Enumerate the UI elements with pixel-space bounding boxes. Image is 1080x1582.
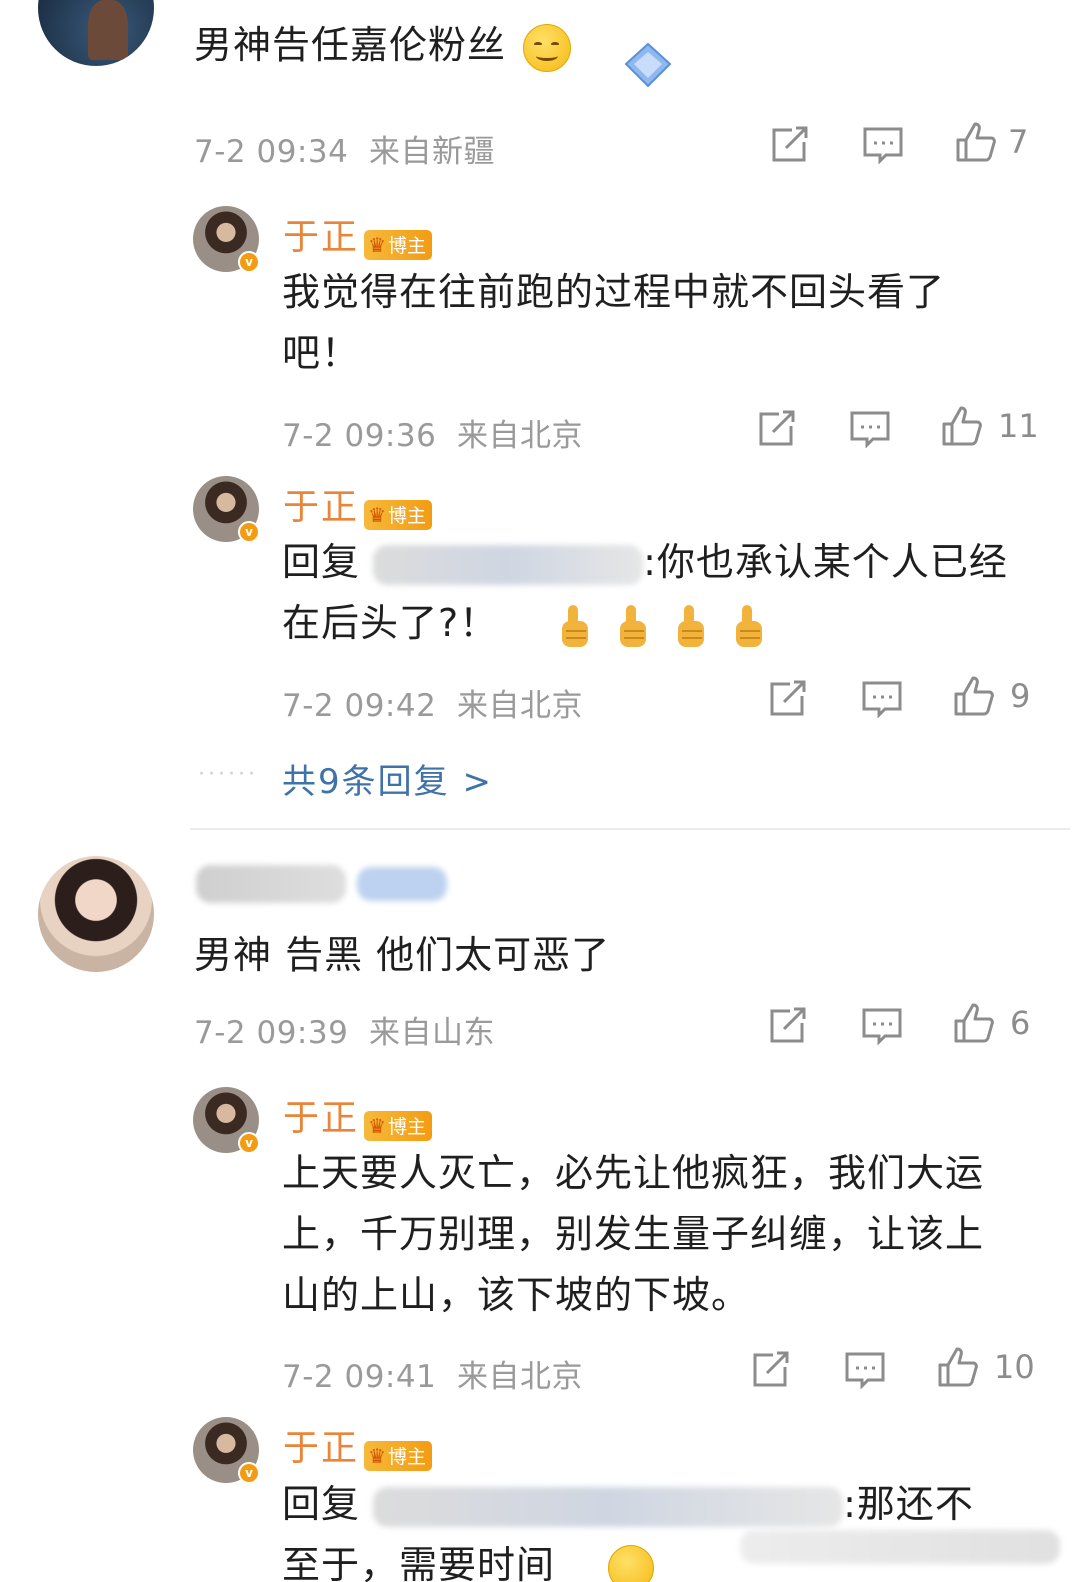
diamond-icon <box>620 40 676 90</box>
comment-icon <box>863 127 903 164</box>
comment-divider <box>190 828 1070 830</box>
thumbs-up-icon <box>956 122 996 162</box>
comment-button[interactable] <box>844 1351 886 1389</box>
comment-button[interactable] <box>862 126 904 164</box>
comment-button[interactable] <box>849 410 891 448</box>
verified-icon: v <box>238 521 260 543</box>
share-icon <box>772 126 808 162</box>
author-line: 于正 ♛ 博主 <box>283 1419 433 1471</box>
commenter-avatar[interactable] <box>38 0 154 66</box>
comment-icon <box>845 1352 885 1389</box>
comment-meta: 7-2 09:34 来自新疆 <box>194 134 496 170</box>
author-name[interactable]: 于正 <box>283 217 359 258</box>
comment-text: 男神告任嘉伦粉丝 <box>194 20 572 72</box>
like-button[interactable]: 6 <box>952 1001 1030 1045</box>
author-line: 于正 ♛ 博主 <box>283 478 433 530</box>
share-button[interactable] <box>757 410 797 448</box>
reply-meta: 7-2 09:41 来自北京 <box>282 1359 584 1395</box>
comment-icon <box>862 1008 902 1045</box>
author-line: 于正 ♛ 博主 <box>283 208 433 260</box>
reply-text: 我觉得在往前跑的过程中就不回头看了 吧！ <box>282 270 946 375</box>
reply-text: 回复 :那还不 至于，需要时间 <box>282 1474 974 1582</box>
thumbs-up-icon <box>954 676 994 716</box>
comment-icon <box>850 411 890 448</box>
comment-meta: 7-2 09:39 来自山东 <box>194 1015 496 1051</box>
like-button[interactable]: 11 <box>940 404 1039 448</box>
thumbs-up-icon <box>954 1003 994 1043</box>
blogger-badge: ♛ 博主 <box>364 499 433 530</box>
reply-text: 上天要人灭亡，必先让他疯狂，我们大运 上，千万别理，别发生量子纠缠，让该上 山的… <box>282 1151 985 1317</box>
share-button[interactable] <box>770 126 810 164</box>
author-name[interactable]: 于正 <box>283 1098 359 1139</box>
thumbs-up-emoji-icon <box>620 604 647 647</box>
share-button[interactable] <box>768 680 808 718</box>
comment-button[interactable] <box>861 680 903 718</box>
share-button[interactable] <box>768 1007 808 1045</box>
redacted-username[interactable] <box>373 1486 844 1527</box>
blogger-badge: ♛ 博主 <box>364 1110 433 1141</box>
reply-meta: 7-2 09:36 来自北京 <box>282 418 584 454</box>
comment-button[interactable] <box>861 1007 903 1045</box>
crown-icon: ♛ <box>368 1443 387 1468</box>
redacted-username[interactable] <box>373 544 644 585</box>
more-replies-link[interactable]: 共9条回复 > <box>282 754 493 803</box>
crown-icon: ♛ <box>368 502 387 527</box>
thumbs-up-emoji-icon <box>736 604 763 647</box>
thumbs-up-icon <box>938 1347 978 1387</box>
thumbs-up-emoji-icon <box>678 604 705 647</box>
author-name[interactable]: 于正 <box>283 1428 359 1469</box>
crown-icon: ♛ <box>368 232 387 257</box>
redacted-commenter-name[interactable] <box>196 865 448 903</box>
crown-icon: ♛ <box>368 1113 387 1138</box>
watermark <box>740 1530 1060 1564</box>
dots-separator: ······ <box>198 762 258 787</box>
like-button[interactable]: 7 <box>954 120 1028 164</box>
verified-icon: v <box>238 251 260 273</box>
like-button[interactable]: 10 <box>936 1345 1035 1389</box>
verified-icon: v <box>238 1462 260 1484</box>
smile-emoji-icon <box>523 23 572 72</box>
blogger-badge: ♛ 博主 <box>364 229 433 260</box>
share-icon <box>770 680 806 716</box>
share-icon <box>759 410 795 446</box>
verified-icon: v <box>238 1132 260 1154</box>
author-line: 于正 ♛ 博主 <box>283 1089 433 1141</box>
thumbs-up-emoji-icon <box>562 604 589 647</box>
share-icon <box>770 1007 806 1043</box>
author-name[interactable]: 于正 <box>283 487 359 528</box>
like-button[interactable]: 9 <box>952 674 1030 718</box>
comment-icon <box>862 681 902 718</box>
emoji-icon <box>608 1544 655 1582</box>
reply-text: 回复 :你也承认某个人已经 在后头了?！ <box>282 532 1008 654</box>
blogger-badge: ♛ 博主 <box>364 1440 433 1471</box>
share-button[interactable] <box>751 1351 791 1389</box>
reply-meta: 7-2 09:42 来自北京 <box>282 688 584 724</box>
share-icon <box>753 1351 789 1387</box>
thumbs-up-icon <box>942 406 982 446</box>
commenter-avatar[interactable] <box>38 856 154 972</box>
comment-text: 男神 告黑 他们太可恶了 <box>194 933 611 977</box>
